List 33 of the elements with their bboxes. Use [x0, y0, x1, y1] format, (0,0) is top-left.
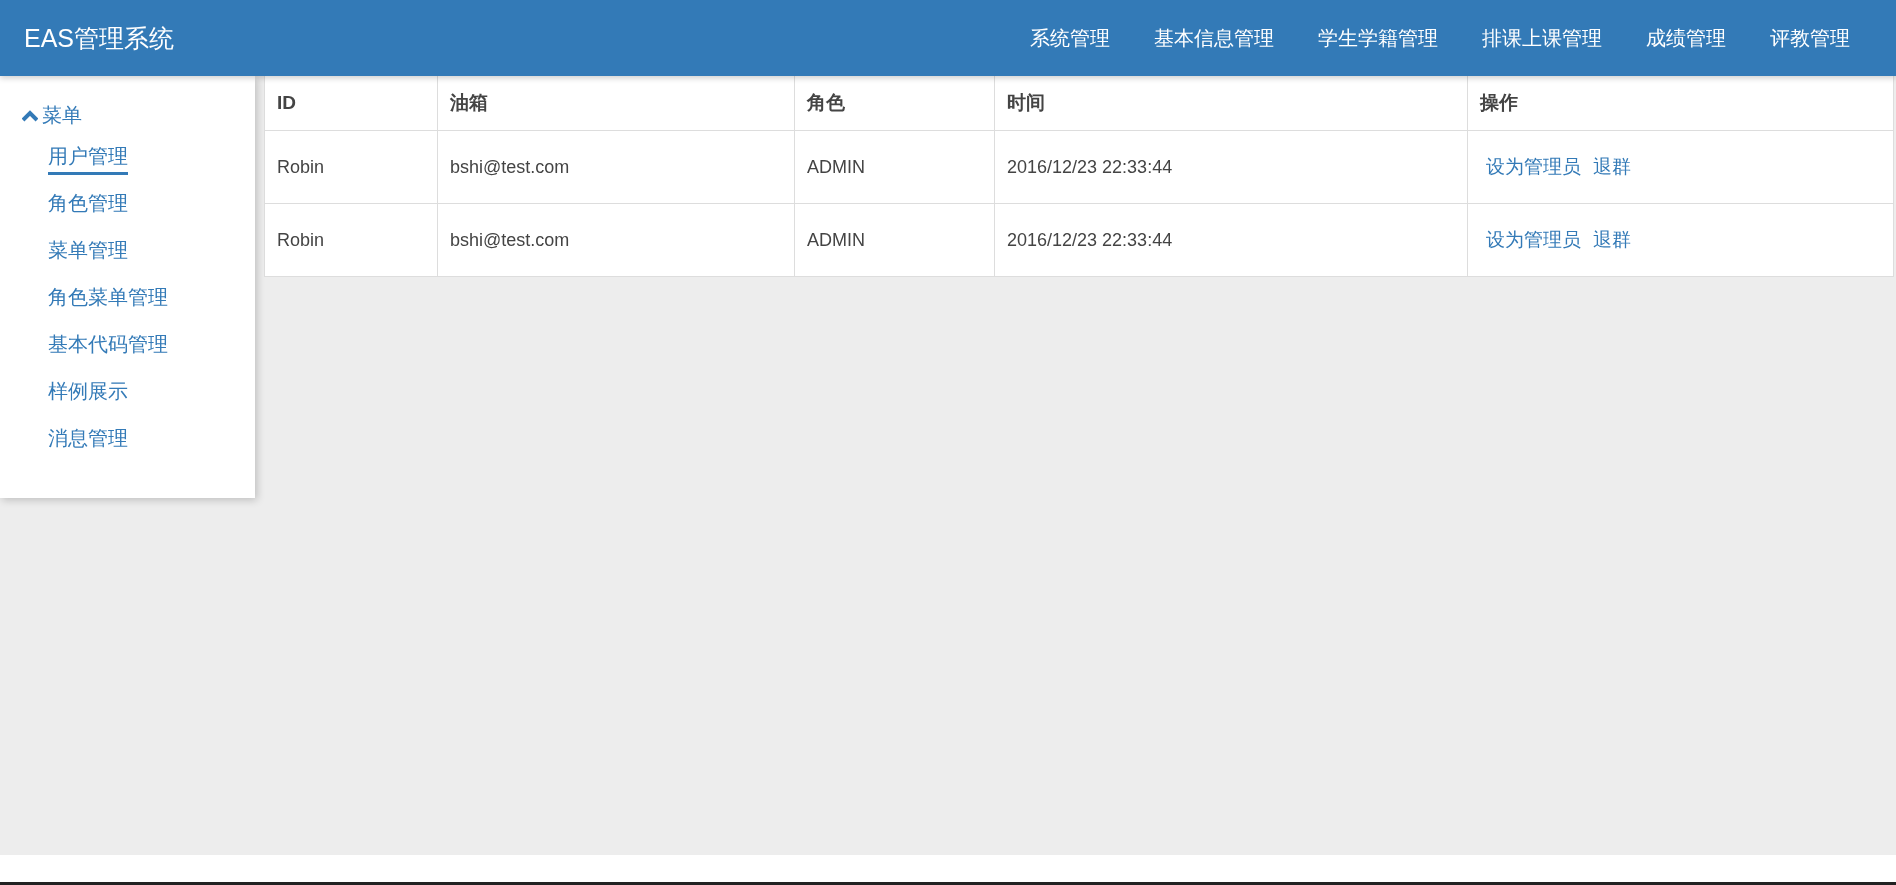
table-cell: Robin: [264, 203, 438, 277]
column-header: 油箱: [437, 76, 795, 131]
table-cell: bshi@test.com: [437, 203, 795, 277]
menu-toggle[interactable]: 菜单: [22, 102, 255, 129]
column-header: 操作: [1467, 76, 1894, 131]
nav-link[interactable]: 基本信息管理: [1132, 24, 1296, 52]
action-link[interactable]: 设为管理员: [1486, 229, 1581, 250]
brand-title[interactable]: EAS管理系统: [24, 21, 175, 55]
sidebar-item[interactable]: 用户管理: [48, 143, 128, 175]
action-link[interactable]: 设为管理员: [1486, 156, 1581, 177]
chevron-icon: [22, 109, 38, 122]
nav-link[interactable]: 系统管理: [1008, 24, 1132, 52]
column-header: 时间: [994, 76, 1468, 131]
sidebar-item[interactable]: 消息管理: [48, 425, 128, 457]
nav-link[interactable]: 成绩管理: [1624, 24, 1748, 52]
sidebar-item[interactable]: 菜单管理: [48, 237, 128, 269]
nav-link[interactable]: 排课上课管理: [1460, 24, 1624, 52]
table-cell: Robin: [264, 130, 438, 204]
nav-link[interactable]: 评教管理: [1748, 24, 1872, 52]
sidebar-item[interactable]: 基本代码管理: [48, 331, 168, 363]
table-cell: ADMIN: [794, 203, 995, 277]
sidebar-item[interactable]: 角色菜单管理: [48, 284, 168, 316]
sidebar-item[interactable]: 样例展示: [48, 378, 128, 410]
table-cell: bshi@test.com: [437, 130, 795, 204]
table-cell: ADMIN: [794, 130, 995, 204]
table-cell: 2016/12/23 22:33:44: [994, 203, 1468, 277]
action-link[interactable]: 退群: [1593, 156, 1631, 177]
action-link[interactable]: 退群: [1593, 229, 1631, 250]
column-header: 角色: [794, 76, 995, 131]
nav-link[interactable]: 学生学籍管理: [1296, 24, 1460, 52]
sidebar-item[interactable]: 角色管理: [48, 190, 128, 222]
table-cell: 2016/12/23 22:33:44: [994, 130, 1468, 204]
column-header: ID: [264, 76, 438, 131]
